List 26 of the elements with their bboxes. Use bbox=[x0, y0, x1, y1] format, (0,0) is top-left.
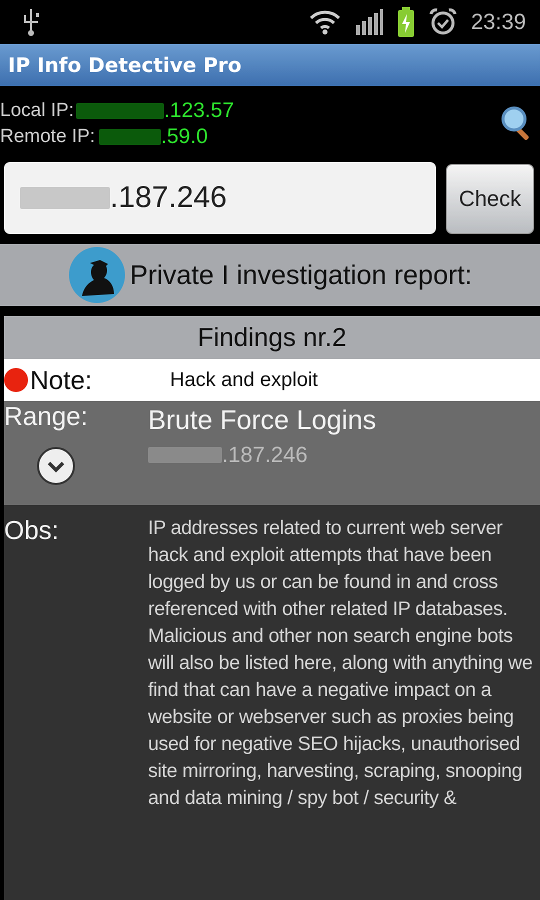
range-title: Brute Force Logins bbox=[148, 405, 376, 436]
note-label: Note: bbox=[30, 364, 94, 396]
usb-icon bbox=[22, 7, 40, 37]
alarm-clock-icon bbox=[428, 8, 457, 36]
report-title: Private I investigation report: bbox=[130, 260, 472, 290]
range-value: .187.246 bbox=[222, 442, 308, 468]
ip-label: Remote IP: bbox=[0, 126, 96, 148]
expand-button[interactable] bbox=[36, 446, 76, 486]
redacted-block bbox=[99, 129, 162, 145]
status-time: 23:39 bbox=[470, 9, 526, 35]
note-value: Hack and exploit bbox=[170, 368, 318, 392]
findings-title: Findings nr.2 bbox=[198, 322, 346, 353]
wifi-icon bbox=[308, 9, 341, 35]
app-title: IP Info Detective Pro bbox=[8, 53, 242, 77]
detective-silhouette-icon bbox=[68, 246, 126, 304]
check-button[interactable]: Check bbox=[446, 164, 534, 234]
ip-label: Local IP: bbox=[0, 100, 74, 122]
ip-value: .123.57 bbox=[164, 99, 234, 123]
ip-value: .59.0 bbox=[161, 125, 208, 149]
obs-text: IP addresses related to current web server hack and exploit attempts that have been logged by us or can be found in and cross referenced with other related IP databases. Malicious and other non search engine bots will also be listed here, along with anything we find that can have a negative impact on a website or webserver such as proxies being used for negative SEO hijacks, unauthorised site mirroring, harvesting, scraping, snooping and data mining / spy bot / security & bbox=[148, 516, 534, 811]
battery-charging-icon bbox=[396, 7, 415, 37]
ip-input-value: .187.246 bbox=[110, 181, 227, 215]
range-label: Range: bbox=[4, 401, 88, 432]
signal-icon bbox=[354, 9, 383, 35]
ip-input-field[interactable]: .187.246 bbox=[4, 162, 436, 234]
obs-label: Obs: bbox=[4, 515, 59, 545]
